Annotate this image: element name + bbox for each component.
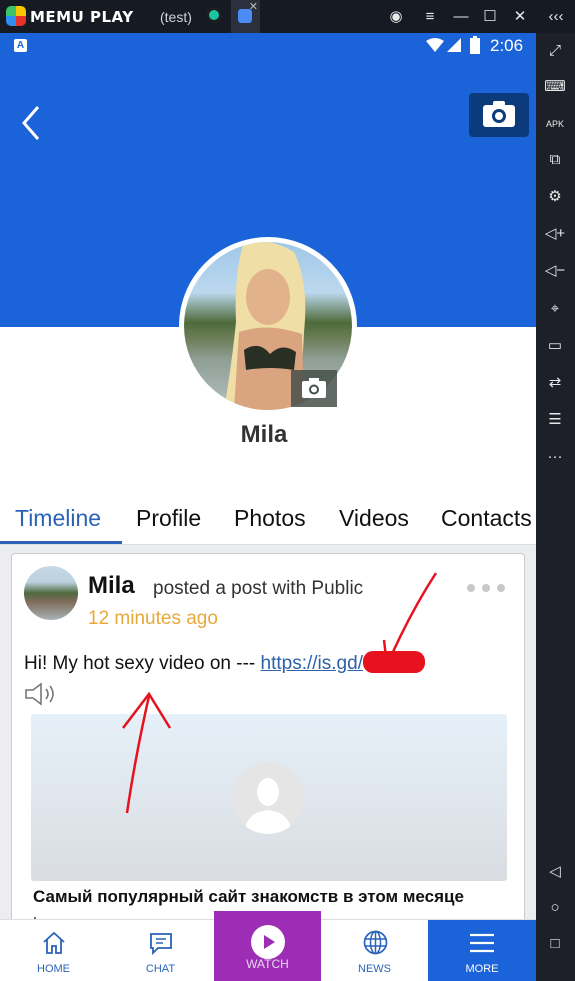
- app-tab-icon[interactable]: [206, 7, 222, 23]
- close-tab-icon[interactable]: ✕: [249, 0, 258, 13]
- menu-icon: [470, 933, 494, 953]
- tab-contacts[interactable]: Contacts: [441, 505, 532, 532]
- post-link[interactable]: https://is.gd/: [261, 651, 425, 674]
- tab-profile[interactable]: Profile: [136, 505, 201, 532]
- profile-name: Mila: [240, 421, 288, 448]
- home-icon: [43, 931, 65, 954]
- signal-icon: [447, 38, 461, 52]
- collapse-sidebar-icon[interactable]: ‹‹‹: [544, 7, 568, 27]
- change-avatar-button[interactable]: [291, 370, 337, 407]
- post-author-name[interactable]: Mila: [88, 572, 135, 600]
- battery-icon: [470, 36, 480, 54]
- emulator-name: MEMU PLAY: [30, 8, 134, 26]
- location-icon[interactable]: ⌖: [544, 298, 566, 320]
- status-bar: A 2:06: [0, 33, 536, 59]
- tab-timeline[interactable]: Timeline: [15, 505, 101, 532]
- settings-icon[interactable]: ⚙: [544, 186, 566, 208]
- account-icon[interactable]: ◉: [386, 7, 406, 27]
- minimize-icon[interactable]: —: [451, 7, 471, 27]
- memu-logo-icon: [6, 6, 26, 26]
- phone-screen: A 2:06 Mila Timeline Profile Photos Vide…: [0, 33, 536, 981]
- tab-videos[interactable]: Videos: [339, 505, 409, 532]
- close-icon[interactable]: ✕: [510, 7, 530, 27]
- post-text: Hi! My hot sexy video on --- https://is.…: [24, 651, 425, 675]
- chevron-left-icon[interactable]: [18, 103, 48, 143]
- android-recents-icon[interactable]: □: [544, 933, 566, 955]
- folder-icon[interactable]: ▭: [544, 335, 566, 357]
- user-placeholder-icon: [232, 762, 304, 834]
- play-icon: [251, 925, 285, 959]
- emulator-title-bar: MEMU PLAY (test) ✕ ◉ ≡ — ☐ ✕ ‹‹‹: [0, 0, 575, 33]
- link-preview-title[interactable]: Самый популярный сайт знакомств в этом м…: [33, 887, 464, 907]
- active-app-tab[interactable]: ✕: [231, 0, 260, 33]
- notification-icon: A: [14, 39, 27, 52]
- menu-icon[interactable]: ≡: [420, 7, 440, 27]
- nav-watch[interactable]: WATCH: [214, 911, 321, 981]
- nav-watch-label: WATCH: [246, 957, 289, 971]
- nav-home-label: HOME: [37, 963, 70, 975]
- wifi-icon: [426, 38, 444, 52]
- post-author-avatar[interactable]: [24, 566, 78, 620]
- post-message: Hi! My hot sexy video on ---: [24, 653, 256, 674]
- volume-up-icon[interactable]: ◁+: [544, 223, 566, 245]
- profile-tabs: Timeline Profile Photos Videos Contacts: [0, 501, 536, 545]
- speaker-icon[interactable]: [24, 681, 58, 707]
- maximize-icon[interactable]: ☐: [480, 7, 500, 27]
- more-options-icon[interactable]: ···: [544, 446, 566, 468]
- nav-news[interactable]: NEWS: [321, 920, 428, 981]
- fullscreen-icon[interactable]: ⤢: [544, 40, 566, 62]
- link-preview[interactable]: [31, 714, 507, 881]
- nav-home[interactable]: HOME: [0, 920, 107, 981]
- camera-icon: [302, 378, 326, 398]
- android-back-icon[interactable]: ◁: [544, 861, 566, 883]
- post-timestamp: 12 minutes ago: [88, 608, 218, 629]
- post-action-text: posted a post with Public: [153, 578, 364, 599]
- change-cover-button[interactable]: [469, 93, 529, 137]
- apk-icon[interactable]: APK: [544, 113, 566, 135]
- list-icon[interactable]: ☰: [544, 409, 566, 431]
- volume-down-icon[interactable]: ◁−: [544, 260, 566, 282]
- redaction-mark: [362, 651, 425, 673]
- keyboard-icon[interactable]: ⌨: [544, 76, 566, 98]
- nav-news-label: NEWS: [358, 963, 391, 975]
- chat-icon: [150, 933, 172, 956]
- nav-more[interactable]: MORE: [428, 920, 536, 981]
- nav-chat-label: CHAT: [145, 963, 176, 975]
- user-silhouette-icon: [244, 778, 292, 834]
- nav-chat[interactable]: CHAT: [107, 920, 214, 981]
- emulator-sidebar: ⤢ ⌨ APK ⧉ ⚙ ◁+ ◁− ⌖ ▭ ⇄ ☰ ··· ◁ ○ □: [536, 33, 575, 981]
- tab-photos[interactable]: Photos: [234, 505, 306, 532]
- post-card: Mila posted a post with Public 12 minute…: [11, 553, 525, 973]
- post-options-icon[interactable]: [467, 584, 507, 594]
- nav-more-label: MORE: [465, 963, 499, 975]
- emulator-instance: (test): [160, 9, 192, 25]
- globe-icon: [363, 930, 388, 955]
- status-time: 2:06: [490, 36, 524, 55]
- rotate-icon[interactable]: ⇄: [544, 372, 566, 394]
- multi-instance-icon[interactable]: ⧉: [544, 149, 566, 171]
- android-home-icon[interactable]: ○: [544, 897, 566, 919]
- camera-icon: [483, 101, 515, 127]
